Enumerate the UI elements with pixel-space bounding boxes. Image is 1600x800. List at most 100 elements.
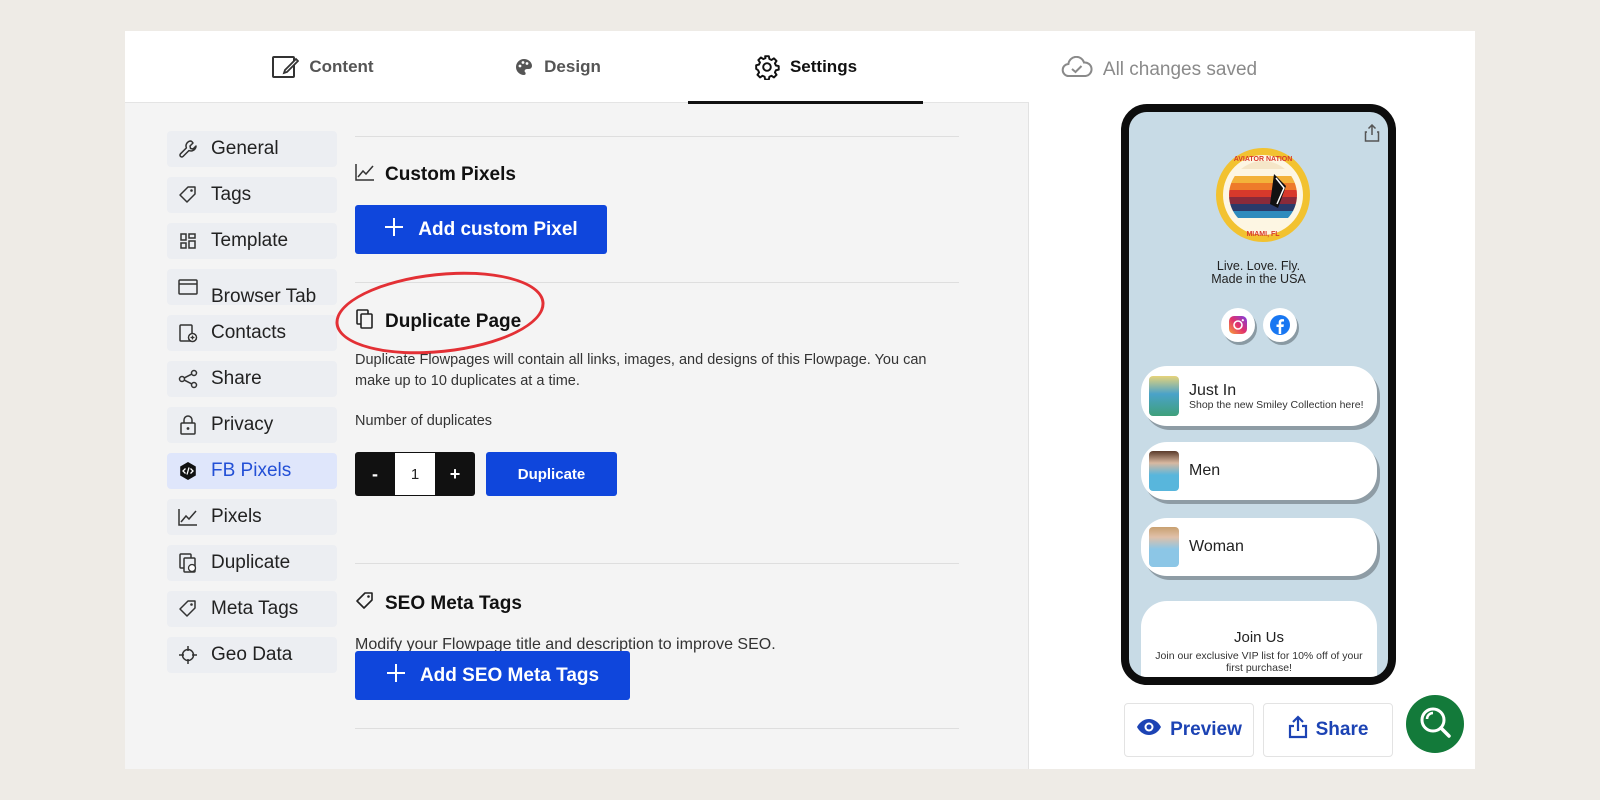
duplicate-description: Duplicate Flowpages will contain all lin… (355, 352, 927, 389)
link-title: Woman (1189, 538, 1244, 555)
chart-icon (177, 506, 199, 528)
facebook-icon[interactable] (1263, 308, 1297, 342)
content-edit-icon (271, 54, 300, 80)
share-upload-icon (1288, 715, 1308, 745)
tab-content[interactable]: Content (205, 31, 440, 103)
save-status: All changes saved (1030, 55, 1288, 84)
sidebar-item-share[interactable]: Share (167, 361, 337, 397)
tab-design-label: Design (544, 57, 601, 76)
sidebar-item-label: Browser Tab (211, 286, 317, 307)
seo-meta-tags-title: SEO Meta Tags (385, 593, 522, 614)
link-title: Men (1189, 462, 1221, 479)
join-subtitle: Join our exclusive VIP list for 10% off … (1155, 650, 1363, 674)
sidebar-item-privacy[interactable]: Privacy (167, 407, 337, 443)
gear-icon (754, 54, 780, 80)
link-card-men[interactable]: Men (1141, 442, 1377, 500)
magnifier-icon (1417, 704, 1453, 745)
sidebar-item-label: Geo Data (211, 644, 293, 665)
phone-preview: AVIATOR NATION MIAMI, FL Live. Love. Fly… (1121, 104, 1396, 685)
logo-text-bottom: MIAMI, FL (1246, 231, 1280, 238)
link-title: Just In (1189, 381, 1237, 399)
sidebar-item-label: Tags (211, 184, 252, 205)
sidebar-item-duplicate[interactable]: Duplicate (167, 545, 337, 581)
sidebar-item-label: Duplicate (211, 552, 291, 573)
increment-button[interactable]: + (435, 452, 475, 496)
link-thumbnail (1149, 527, 1179, 567)
tab-settings[interactable]: Settings (688, 31, 923, 104)
annotation-circle (331, 262, 549, 364)
sidebar-item-label: Share (211, 368, 262, 389)
tag-icon (355, 591, 375, 617)
eye-icon (1136, 718, 1162, 742)
sidebar-item-general[interactable]: General (167, 131, 337, 167)
sidebar-item-template[interactable]: Template (167, 223, 337, 259)
palette-icon (514, 57, 534, 77)
lock-icon (177, 414, 199, 436)
join-title: Join Us (1233, 629, 1285, 646)
sidebar-item-label: Template (211, 230, 289, 251)
sidebar-item-label: General (211, 138, 279, 159)
link-thumbnail (1149, 376, 1179, 416)
sidebar-item-label: FB Pixels (211, 460, 292, 481)
logo-text-top: AVIATOR NATION (1234, 156, 1293, 163)
tagline-line-2: Made in the USA (1211, 272, 1306, 286)
duplicates-stepper: - 1 + (355, 452, 475, 496)
chart-icon (355, 163, 375, 187)
add-custom-pixel-button[interactable]: Add custom Pixel (355, 205, 607, 254)
add-custom-pixel-label: Add custom Pixel (418, 218, 578, 240)
link-card-woman[interactable]: Woman (1141, 518, 1377, 576)
tag-icon (177, 184, 199, 206)
tab-settings-label: Settings (789, 57, 858, 76)
aviator-nation-logo: AVIATOR NATION MIAMI, FL (1214, 146, 1312, 244)
template-icon (177, 230, 199, 252)
profile-tagline: Live. Love. Fly. Made in the USA (1129, 260, 1388, 286)
link-card-just-in[interactable]: Just In Shop the new Smiley Collection h… (1141, 366, 1377, 426)
sidebar-item-contacts[interactable]: Contacts (167, 315, 337, 351)
wrench-icon (177, 138, 199, 160)
add-seo-meta-tags-button[interactable]: Add SEO Meta Tags (355, 651, 630, 700)
preview-label: Preview (1170, 719, 1242, 740)
tab-design[interactable]: Design (440, 31, 675, 103)
editor-panel: Content Design Settings General Tags Tem… (125, 31, 1029, 769)
settings-sidebar: General Tags Template Browser Tab Contac… (167, 131, 337, 683)
sidebar-item-label: Privacy (211, 414, 274, 435)
browser-icon (177, 276, 199, 298)
custom-pixels-heading: Custom Pixels (355, 163, 516, 187)
crosshair-icon (177, 644, 199, 666)
sidebar-item-browser-tab[interactable]: Browser Tab (167, 269, 337, 307)
sidebar-item-label: Meta Tags (211, 598, 299, 619)
sidebar-item-tags[interactable]: Tags (167, 177, 337, 213)
help-search-button[interactable] (1406, 695, 1464, 753)
share-button[interactable]: Share (1263, 703, 1393, 757)
preview-button[interactable]: Preview (1124, 703, 1254, 757)
sidebar-item-meta-tags[interactable]: Meta Tags (167, 591, 337, 627)
section-divider (355, 136, 959, 137)
share-icon[interactable] (1364, 123, 1380, 147)
social-links (1221, 308, 1297, 342)
join-us-card[interactable]: Join Us Join our exclusive VIP list for … (1141, 601, 1377, 677)
duplicates-count-input[interactable]: 1 (395, 452, 435, 496)
sidebar-item-label: Contacts (211, 322, 286, 343)
section-divider (355, 728, 959, 729)
save-status-text: All changes saved (1102, 59, 1258, 80)
duplicate-button[interactable]: Duplicate (486, 452, 617, 496)
share-label: Share (1315, 719, 1369, 740)
tag-icon (177, 598, 199, 620)
plus-icon (384, 217, 404, 243)
link-thumbnail (1149, 451, 1179, 491)
sidebar-item-pixels[interactable]: Pixels (167, 499, 337, 535)
decrement-button[interactable]: - (355, 452, 395, 496)
contacts-icon (177, 322, 199, 344)
share-icon (177, 368, 199, 390)
sidebar-item-fb-pixels[interactable]: FB Pixels (167, 453, 337, 489)
custom-pixels-title: Custom Pixels (385, 164, 516, 185)
instagram-icon[interactable] (1221, 308, 1255, 342)
number-of-duplicates-label: Number of duplicates (355, 413, 493, 429)
plus-icon (386, 663, 406, 689)
link-subtitle: Shop the new Smiley Collection here! (1189, 398, 1364, 411)
section-divider (355, 563, 959, 564)
sidebar-item-geo-data[interactable]: Geo Data (167, 637, 337, 673)
cloud-check-icon (1061, 55, 1093, 84)
tab-content-label: Content (309, 57, 374, 76)
code-badge-icon (177, 460, 199, 482)
